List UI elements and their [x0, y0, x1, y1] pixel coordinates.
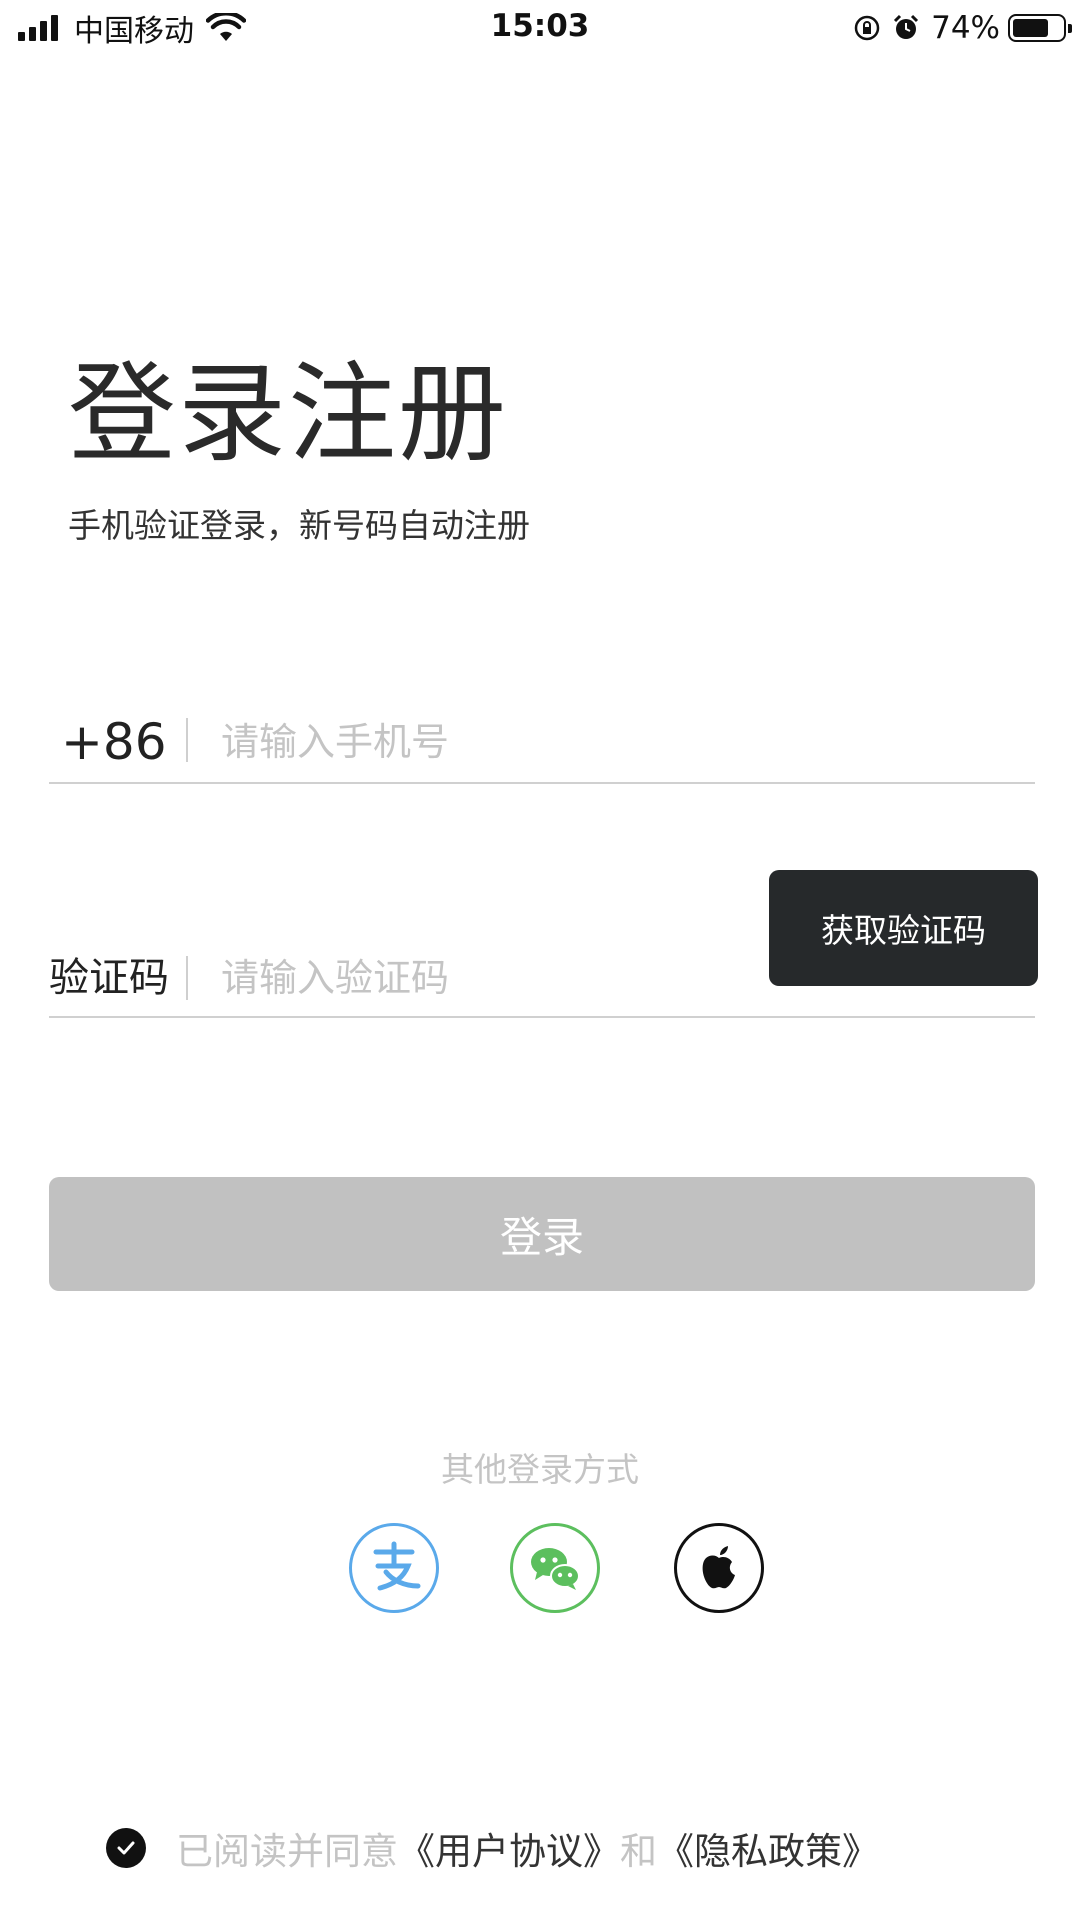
privacy-policy-link[interactable]: 《隐私政策》 — [657, 1821, 879, 1875]
login-button[interactable]: 登录 — [49, 1177, 1035, 1291]
verification-code-input[interactable] — [221, 948, 641, 1008]
code-field-row: 验证码 获取验证码 — [49, 870, 1038, 1018]
user-agreement-link[interactable]: 《用户协议》 — [398, 1821, 620, 1875]
apple-login-button[interactable] — [674, 1523, 764, 1613]
field-divider — [186, 956, 188, 1000]
page-subtitle: 手机验证登录，新号码自动注册 — [68, 506, 530, 545]
status-bar: 中国移动 15:03 74% — [0, 0, 1080, 56]
checkmark-icon — [117, 1841, 135, 1855]
verification-code-label: 验证码 — [49, 955, 169, 1001]
wechat-icon — [531, 1548, 580, 1590]
get-code-button[interactable]: 获取验证码 — [769, 870, 1038, 986]
field-divider — [186, 718, 188, 762]
battery-icon — [1008, 14, 1072, 42]
other-login-title: 其他登录方式 — [441, 1450, 639, 1489]
alipay-login-button[interactable] — [349, 1523, 439, 1613]
agreement-row: 已阅读并同意 《用户协议》 和 《隐私政策》 — [106, 1820, 879, 1876]
status-bar-right: 74% — [853, 10, 1072, 46]
phone-number-input[interactable] — [221, 712, 721, 772]
agreement-conjunction: 和 — [620, 1830, 657, 1873]
phone-field-row: +86 — [49, 700, 1035, 784]
agreement-prefix-text: 已阅读并同意 — [176, 1830, 398, 1873]
login-page: 中国移动 15:03 74% 登录注册 手机验证登录，新号码自动注册 +86 请… — [0, 0, 1080, 1920]
battery-level — [1013, 19, 1048, 37]
wechat-login-button[interactable] — [510, 1523, 600, 1613]
alipay-icon — [373, 1541, 421, 1591]
country-code-prefix[interactable]: +86 — [61, 712, 167, 772]
battery-cap — [1068, 24, 1072, 33]
apple-icon — [702, 1546, 735, 1589]
page-title: 登录注册 — [68, 352, 509, 477]
alarm-icon — [894, 14, 919, 39]
agreement-checkbox[interactable] — [106, 1828, 146, 1868]
battery-percent: 74% — [931, 10, 1000, 46]
rotation-lock-icon — [854, 15, 880, 41]
